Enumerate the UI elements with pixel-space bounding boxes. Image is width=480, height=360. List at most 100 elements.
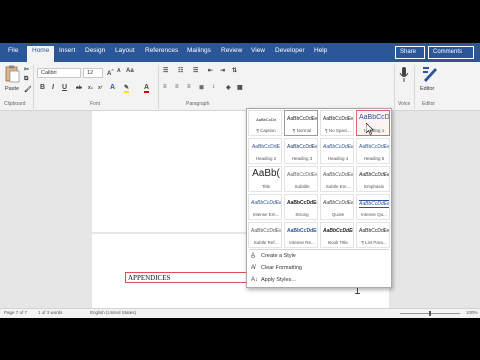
style-name: Title: [261, 184, 271, 189]
style-subtle-reference[interactable]: AaBbCcDdEe Subtle Ref...: [248, 222, 282, 248]
multilevel-list-icon[interactable]: ☰: [193, 67, 198, 74]
zoom-slider-thumb[interactable]: [429, 311, 431, 316]
decrease-indent-icon[interactable]: ⇤: [208, 67, 213, 74]
style-sample: AaBbCcDdEe: [251, 200, 281, 206]
editor-button[interactable]: Editor: [419, 65, 441, 97]
style-heading-3[interactable]: AaBbCcDdEe Heading 3: [284, 138, 318, 164]
style-name: Subtitle: [294, 184, 310, 189]
text-effects-icon[interactable]: A: [110, 84, 115, 91]
dictate-icon[interactable]: [399, 67, 409, 83]
style-list-paragraph[interactable]: AaBbCcDdEe ¶ List Para...: [356, 222, 390, 248]
align-right-icon[interactable]: ≡: [187, 84, 191, 90]
highlight-icon[interactable]: ✎: [124, 84, 130, 93]
create-style-item[interactable]: A̲ Create a Style: [251, 253, 381, 263]
style-title[interactable]: AaBb( Title: [248, 166, 282, 192]
ribbon-divider: [414, 65, 415, 109]
format-painter-icon[interactable]: 🖌: [24, 86, 32, 93]
font-color-icon[interactable]: A: [144, 84, 150, 93]
style-strong[interactable]: AaBbCcDdEe Strong: [284, 194, 318, 220]
tab-view[interactable]: View: [251, 47, 265, 54]
apply-styles-item[interactable]: A↓ Apply Styles...: [251, 277, 381, 287]
font-size-box[interactable]: 12: [83, 68, 103, 78]
copy-icon[interactable]: ⧉: [24, 76, 28, 83]
style-quote[interactable]: AaBbCcDdEe Quote: [320, 194, 354, 220]
paste-button[interactable]: Paste: [3, 65, 21, 97]
style-heading-5[interactable]: AaBbCcDdEe Heading 5: [356, 138, 390, 164]
subscript-icon[interactable]: x₂: [88, 85, 93, 91]
clear-formatting-label: Clear Formatting: [261, 265, 302, 271]
borders-icon[interactable]: ▦: [237, 84, 243, 91]
style-intense-emphasis[interactable]: AaBbCcDdEe Intense Em...: [248, 194, 282, 220]
tab-help[interactable]: Help: [314, 47, 327, 54]
underline-icon[interactable]: U: [62, 84, 67, 91]
bullets-icon[interactable]: ☰: [163, 67, 168, 74]
style-normal[interactable]: AaBbCcDdEe ¶ Normal: [284, 110, 318, 136]
create-style-label: Create a Style: [261, 253, 296, 259]
style-name: Intense Em...: [252, 212, 280, 217]
document-canvas[interactable]: APPENDICES: [0, 111, 480, 314]
tab-file[interactable]: File: [8, 47, 18, 54]
clear-formatting-item[interactable]: A̸ Clear Formatting: [251, 265, 381, 275]
style-intense-reference[interactable]: AaBbCcDdEe Intense Re...: [284, 222, 318, 248]
tab-mailings[interactable]: Mailings: [187, 47, 211, 54]
align-left-icon[interactable]: ≡: [163, 84, 167, 90]
bold-icon[interactable]: B: [40, 84, 45, 91]
font-size-value: 12: [87, 70, 94, 76]
share-button[interactable]: Share: [395, 46, 425, 59]
style-sample: AaBbCcD: [359, 114, 389, 121]
style-sample: AaBbCcDdEe: [359, 228, 389, 234]
style-name: Book Title: [328, 240, 348, 245]
increase-indent-icon[interactable]: ⇥: [220, 67, 225, 74]
style-caption[interactable]: AaBbCcDd ¶ Caption: [248, 110, 282, 136]
numbering-icon[interactable]: ☷: [178, 67, 183, 74]
style-heading-4[interactable]: AaBbCcDdEe Heading 4: [320, 138, 354, 164]
shading-icon[interactable]: ◈: [226, 84, 231, 91]
shrink-font-icon[interactable]: A: [117, 68, 121, 74]
style-subtitle[interactable]: AaBbCcDdEe Subtitle: [284, 166, 318, 192]
tab-layout[interactable]: Layout: [115, 47, 135, 54]
align-center-icon[interactable]: ≡: [175, 84, 179, 90]
style-intense-quote[interactable]: AaBbCcDdEe Intense Qu...: [356, 194, 390, 220]
tab-home[interactable]: Home: [27, 46, 55, 62]
style-sample: AaBbCcDdEe: [359, 172, 389, 178]
line-spacing-icon[interactable]: ↕: [212, 84, 215, 90]
tab-design[interactable]: Design: [85, 47, 105, 54]
language-status[interactable]: English (United States): [90, 310, 136, 315]
strikethrough-icon[interactable]: ab: [76, 85, 82, 91]
tab-references[interactable]: References: [145, 47, 178, 54]
style-no-spacing[interactable]: AaBbCcDdEe ¶ No Spaci...: [320, 110, 354, 136]
ribbon: Paste ✂ ⧉ 🖌 Clipboard Calibri 12 A^ A Aa…: [0, 62, 480, 111]
word-count[interactable]: 1 of 3 words: [38, 310, 63, 315]
ribbon-divider: [33, 65, 34, 109]
style-heading-2[interactable]: AaBbCcDdE Heading 2: [248, 138, 282, 164]
style-emphasis[interactable]: AaBbCcDdEe Emphasis: [356, 166, 390, 192]
superscript-icon[interactable]: x²: [98, 85, 102, 91]
page-count[interactable]: Page 7 of 7: [4, 310, 27, 315]
style-subtle-emphasis[interactable]: AaBbCcDdEe Subtle Em...: [320, 166, 354, 192]
tab-review[interactable]: Review: [221, 47, 242, 54]
clear-formatting-icon: A̸: [251, 265, 256, 271]
change-case-icon[interactable]: Aa: [126, 68, 134, 74]
style-sample: AaBbCcDdEe: [323, 172, 353, 178]
font-name-box[interactable]: Calibri: [37, 68, 81, 78]
gallery-divider: [249, 249, 389, 250]
style-sample: AaBbCcDdEe: [323, 116, 353, 122]
style-name: Strong: [295, 212, 309, 217]
editor-label: Editor: [420, 86, 435, 92]
style-name: Heading 1: [363, 128, 385, 133]
justify-icon[interactable]: ≣: [199, 84, 204, 91]
comments-button[interactable]: Comments: [428, 46, 474, 59]
ribbon-divider: [158, 65, 159, 109]
sort-icon[interactable]: ⇅: [232, 67, 237, 74]
zoom-level[interactable]: 100%: [466, 310, 478, 315]
cut-icon[interactable]: ✂: [24, 66, 29, 73]
tab-developer[interactable]: Developer: [275, 47, 305, 54]
style-sample: AaBbCcDdEe: [287, 200, 317, 206]
tab-insert[interactable]: Insert: [59, 47, 75, 54]
style-book-title[interactable]: AaBbCcDdEe Book Title: [320, 222, 354, 248]
ribbon-divider: [394, 65, 395, 109]
style-name: Heading 5: [363, 156, 385, 161]
comments-label: Comments: [433, 49, 463, 55]
italic-icon[interactable]: I: [52, 84, 54, 91]
grow-font-icon[interactable]: A^: [107, 68, 114, 77]
